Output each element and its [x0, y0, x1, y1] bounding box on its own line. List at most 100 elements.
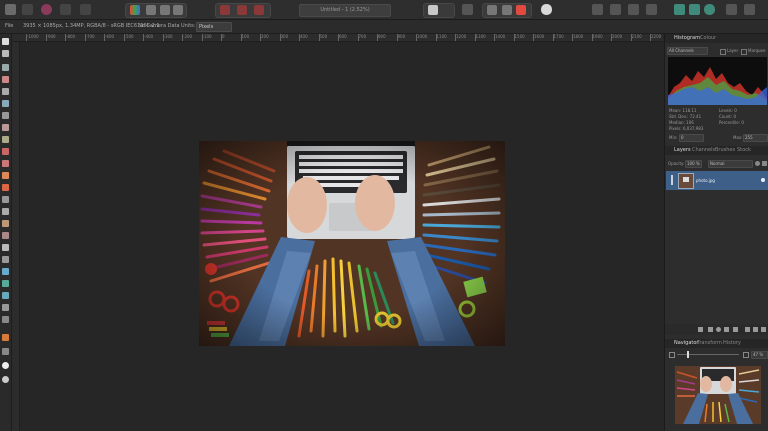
- erase-tool-icon[interactable]: [2, 172, 9, 179]
- gradient-tool-icon[interactable]: [2, 280, 9, 287]
- deselect-icon[interactable]: [237, 5, 247, 15]
- persona-develop-icon[interactable]: [41, 4, 52, 15]
- tab-colour[interactable]: Colour: [700, 34, 716, 43]
- healing-tool-icon[interactable]: [2, 208, 9, 215]
- fill-tool-icon[interactable]: [2, 184, 9, 191]
- blend-mode-select[interactable]: Normal: [708, 160, 753, 168]
- selection-brush-tool-icon[interactable]: [2, 100, 9, 107]
- swap-colors-icon[interactable]: [2, 348, 9, 355]
- zoom-out-icon[interactable]: [669, 352, 675, 358]
- studio-icon[interactable]: [674, 4, 685, 15]
- tab-layers[interactable]: Layers: [674, 146, 691, 155]
- min-input[interactable]: 0: [679, 134, 704, 142]
- view-mode-icon[interactable]: [428, 5, 438, 15]
- marquee-checkbox-label: Marquee: [748, 48, 766, 53]
- snapping-icon[interactable]: [502, 5, 512, 15]
- snapshot-icon[interactable]: [689, 4, 700, 15]
- shape-tool-icon[interactable]: [2, 256, 9, 263]
- pen-tool-icon[interactable]: [2, 244, 9, 251]
- tab-transform[interactable]: Transform: [697, 339, 722, 348]
- auto-colour-icon[interactable]: [160, 5, 170, 15]
- color-wheel-icon[interactable]: [2, 362, 9, 369]
- adjustment-layer-icon[interactable]: [716, 327, 721, 332]
- levels-icon[interactable]: [130, 5, 140, 15]
- clone-tool-icon[interactable]: [2, 196, 9, 203]
- persona-liquify-icon[interactable]: [22, 4, 33, 15]
- align-icon[interactable]: [610, 4, 621, 15]
- opacity-input[interactable]: 100 %: [685, 160, 702, 168]
- persona-photo-icon[interactable]: [5, 4, 16, 15]
- freehand-selection-tool-icon[interactable]: [2, 124, 9, 131]
- quick-mask-icon[interactable]: [541, 4, 552, 15]
- arrange-icon[interactable]: [592, 4, 603, 15]
- layer-row[interactable]: photo.jpg: [666, 171, 768, 190]
- tab-channels[interactable]: Channels: [692, 146, 715, 155]
- foreground-color-swatch[interactable]: [2, 334, 9, 341]
- blur-tool-icon[interactable]: [2, 232, 9, 239]
- zoom-in-icon[interactable]: [743, 352, 749, 358]
- folder-icon[interactable]: [745, 327, 750, 332]
- max-input[interactable]: 255: [743, 134, 768, 142]
- tab-stock[interactable]: Stock: [737, 146, 751, 155]
- persona-export-icon[interactable]: [80, 4, 91, 15]
- zoom-input[interactable]: 47 %: [751, 351, 768, 359]
- tab-navigator[interactable]: Navigator: [674, 339, 698, 348]
- document-title[interactable]: Untitled - 1 (2.52%): [299, 4, 391, 17]
- mask-layer-icon[interactable]: [708, 327, 713, 332]
- ruler-tick: [123, 34, 125, 41]
- marquee-tool-icon[interactable]: [2, 112, 9, 119]
- help-icon[interactable]: [704, 4, 715, 15]
- menu-label[interactable]: File: [5, 20, 13, 33]
- hand-tool-icon[interactable]: [2, 316, 9, 323]
- ruler-tick: [396, 34, 398, 41]
- stat-median: Median: 106: [669, 120, 694, 125]
- select-all-icon[interactable]: [220, 5, 230, 15]
- crop-tool-icon[interactable]: [2, 64, 9, 71]
- brush-tool-icon[interactable]: [2, 148, 9, 155]
- invert-selection-icon[interactable]: [254, 5, 264, 15]
- live-filter-icon[interactable]: [724, 327, 729, 332]
- transform-icon[interactable]: [628, 4, 639, 15]
- ruler-label: 100: [241, 34, 250, 39]
- ruler-label: 600: [339, 34, 347, 39]
- paint-brush-tool-icon[interactable]: [2, 76, 9, 83]
- auto-white-balance-icon[interactable]: [173, 5, 183, 15]
- zoom-slider-handle[interactable]: [687, 351, 689, 358]
- dodge-tool-icon[interactable]: [2, 220, 9, 227]
- channel-select[interactable]: All Channels: [667, 47, 708, 55]
- zoom-tool-icon[interactable]: [2, 304, 9, 311]
- units-select[interactable]: Pixels: [196, 22, 232, 32]
- pixel-tool-icon[interactable]: [2, 160, 9, 167]
- auto-contrast-icon[interactable]: [146, 5, 156, 15]
- group-layers-icon[interactable]: [733, 327, 738, 332]
- share-icon[interactable]: [726, 4, 737, 15]
- layer-checkbox[interactable]: [720, 49, 726, 55]
- mesh-warp-tool-icon[interactable]: [2, 292, 9, 299]
- assistant-icon[interactable]: [487, 5, 497, 15]
- layer-options-icon[interactable]: [698, 327, 703, 332]
- flip-icon[interactable]: [646, 4, 657, 15]
- ruler-tick: [650, 34, 651, 41]
- tab-histogram[interactable]: Histogram: [674, 34, 700, 43]
- layer-expand-icon[interactable]: [671, 175, 673, 185]
- trash-icon[interactable]: [761, 327, 766, 332]
- photo-image[interactable]: [199, 141, 505, 346]
- lock-icon[interactable]: [762, 161, 767, 166]
- layer-visibility-icon[interactable]: [761, 178, 765, 182]
- add-layer-icon[interactable]: [753, 327, 758, 332]
- color-picker-icon[interactable]: [516, 5, 526, 15]
- move-tool-icon[interactable]: [2, 38, 9, 45]
- tab-brushes[interactable]: Brushes: [715, 146, 735, 155]
- marquee-checkbox[interactable]: [741, 49, 747, 55]
- gear-icon[interactable]: [755, 161, 760, 166]
- flood-select-tool-icon[interactable]: [2, 136, 9, 143]
- color-picker-tool-icon[interactable]: [2, 88, 9, 95]
- tab-history[interactable]: History: [723, 339, 741, 348]
- background-color-swatch[interactable]: [2, 376, 9, 383]
- view-tool-icon[interactable]: [2, 50, 9, 57]
- navigator-preview[interactable]: [675, 366, 761, 424]
- text-tool-icon[interactable]: [2, 268, 9, 275]
- persona-tonemap-icon[interactable]: [60, 4, 71, 15]
- preferences-icon[interactable]: [462, 4, 473, 15]
- settings-icon[interactable]: [744, 4, 755, 15]
